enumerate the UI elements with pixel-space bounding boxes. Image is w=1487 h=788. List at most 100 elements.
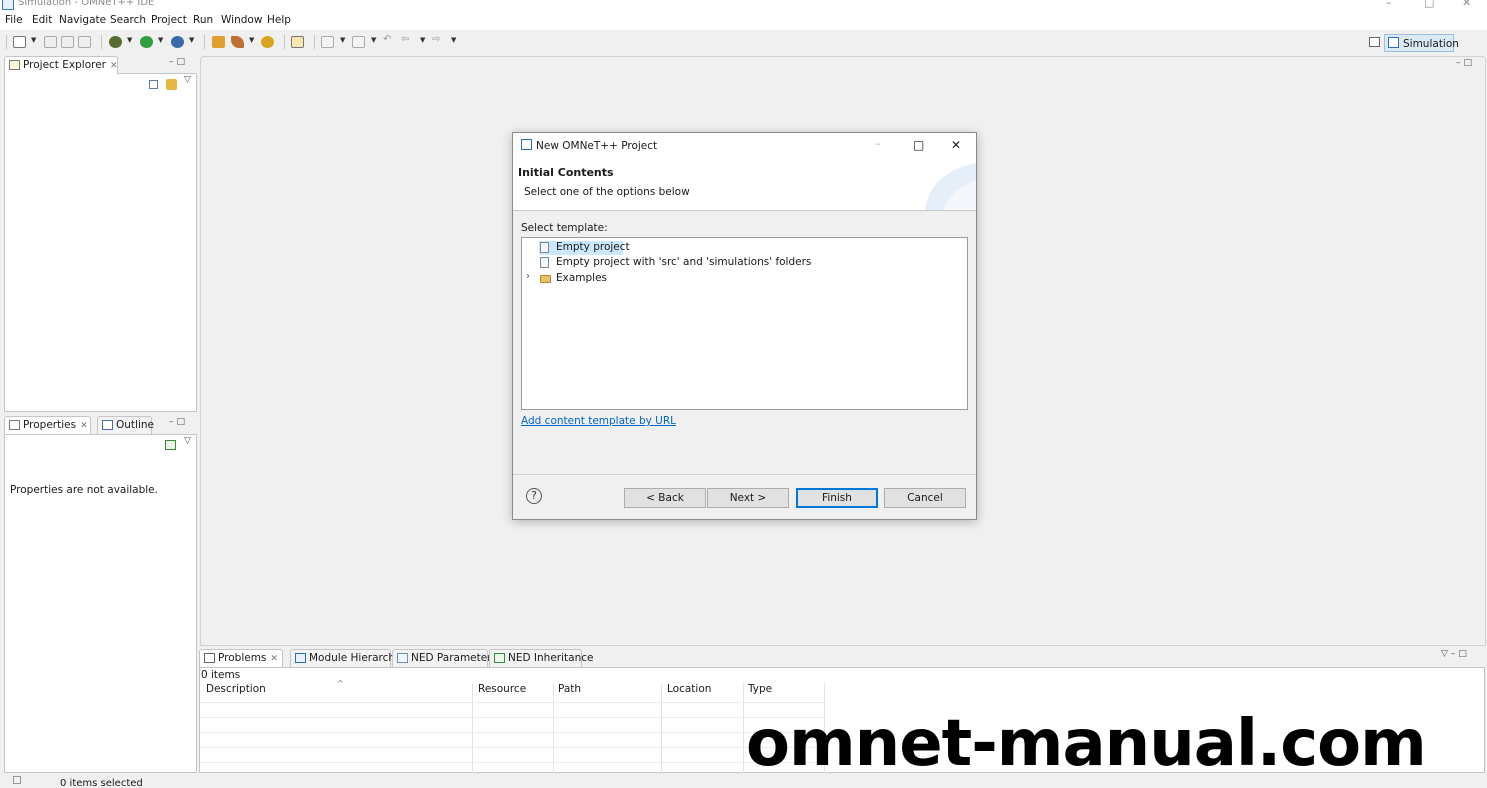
forward-dropdown-icon[interactable]: ▼: [451, 36, 456, 44]
back-button[interactable]: < Back: [624, 488, 706, 508]
tab-ned-inheritance[interactable]: NED Inheritance: [489, 649, 593, 667]
tree-item-empty-project[interactable]: Empty project: [539, 241, 630, 255]
new-icon[interactable]: [13, 36, 26, 48]
project-explorer-panel: ▽: [4, 73, 197, 412]
tab-project-explorer[interactable]: Project Explorer ✕: [4, 56, 118, 74]
search-icon[interactable]: [291, 36, 304, 48]
view-menu-icon[interactable]: ▽: [184, 436, 191, 446]
column-path[interactable]: Path: [558, 683, 581, 695]
open-type-icon[interactable]: [212, 36, 225, 48]
prev-annotation-dropdown-icon[interactable]: ▼: [371, 36, 376, 44]
next-button[interactable]: Next >: [707, 488, 789, 508]
menu-search[interactable]: Search: [110, 14, 146, 26]
tree-item-label: Empty project with 'src' and 'simulation…: [556, 256, 812, 268]
column-resource[interactable]: Resource: [478, 683, 526, 695]
toolbar-grip: [6, 35, 7, 49]
table-row: [200, 717, 825, 718]
tab-module-hierarchy[interactable]: Module Hierarchy: [290, 649, 401, 667]
back-dropdown-icon[interactable]: ▼: [420, 36, 425, 44]
forward-icon[interactable]: ⇨: [432, 34, 445, 46]
print-icon[interactable]: [78, 36, 91, 48]
menu-project[interactable]: Project: [151, 14, 187, 26]
run-dropdown-icon[interactable]: ▼: [158, 36, 163, 44]
close-window-button[interactable]: ✕: [1462, 0, 1471, 9]
run-icon[interactable]: [140, 36, 153, 48]
simulation-icon: [1388, 37, 1399, 48]
save-icon[interactable]: [44, 36, 57, 48]
close-tab-icon[interactable]: ✕: [110, 61, 118, 71]
column-description[interactable]: Description: [206, 683, 266, 695]
tab-properties[interactable]: Properties ✕: [4, 416, 91, 434]
view-menu-icon[interactable]: ▽: [184, 75, 191, 85]
column-divider: [661, 683, 662, 773]
tree-item-examples[interactable]: › Examples: [526, 271, 616, 286]
chevron-right-icon[interactable]: ›: [526, 271, 530, 282]
status-text: 0 items selected: [60, 778, 143, 788]
minimize-button[interactable]: –: [1386, 0, 1392, 9]
debug-dropdown-icon[interactable]: ▼: [127, 36, 132, 44]
column-type[interactable]: Type: [748, 683, 772, 695]
tab-problems[interactable]: Problems ✕: [199, 649, 283, 667]
minimize-maximize-icons[interactable]: –□: [169, 417, 188, 427]
new-dropdown-icon[interactable]: ▼: [31, 36, 36, 44]
help-icon[interactable]: ?: [526, 488, 542, 504]
status-icon: [13, 776, 21, 784]
dialog-maximize-icon[interactable]: □: [913, 138, 924, 152]
menu-navigate[interactable]: Navigate: [59, 14, 106, 26]
open-perspective-icon[interactable]: [1369, 37, 1380, 47]
minimize-maximize-icons[interactable]: –□: [1456, 58, 1475, 68]
open-folder-icon[interactable]: [261, 36, 274, 48]
column-location[interactable]: Location: [667, 683, 711, 695]
next-annotation-dropdown-icon[interactable]: ▼: [340, 36, 345, 44]
next-annotation-icon[interactable]: [321, 36, 334, 48]
window-title: Simulation - OMNeT++ IDE: [18, 0, 155, 8]
menu-run[interactable]: Run: [193, 14, 213, 26]
close-tab-icon[interactable]: ✕: [80, 421, 88, 431]
menu-help[interactable]: Help: [267, 14, 291, 26]
prev-annotation-icon[interactable]: [352, 36, 365, 48]
tab-outline[interactable]: Outline: [97, 416, 154, 434]
outline-icon: [102, 420, 113, 430]
menu-window[interactable]: Window: [221, 14, 262, 26]
column-divider: [743, 683, 744, 773]
dialog-minimize-icon[interactable]: –: [875, 137, 881, 150]
properties-icon: [9, 420, 20, 430]
perspective-label: Simulation: [1403, 38, 1459, 50]
tool-icon[interactable]: [231, 36, 244, 48]
debug-icon[interactable]: [109, 36, 122, 48]
tool-dropdown-icon[interactable]: ▼: [249, 36, 254, 44]
link-with-editor-icon[interactable]: [166, 79, 177, 90]
dialog-close-icon[interactable]: ✕: [951, 138, 961, 152]
problems-icon: [204, 653, 215, 663]
view-menu-minimize-maximize-icons[interactable]: ▽–□: [1441, 649, 1470, 659]
finish-button[interactable]: Finish: [796, 488, 878, 508]
profile-dropdown-icon[interactable]: ▼: [189, 36, 194, 44]
toolbar-separator: [314, 35, 315, 49]
tab-label: Project Explorer: [23, 59, 106, 71]
minimize-maximize-icons[interactable]: –□: [169, 57, 188, 67]
collapse-all-icon[interactable]: [149, 80, 158, 89]
pin-icon[interactable]: [165, 440, 176, 450]
column-divider: [553, 683, 554, 773]
perspective-simulation-button[interactable]: Simulation: [1384, 34, 1459, 52]
add-template-url-link[interactable]: Add content template by URL: [521, 415, 676, 427]
tree-item-empty-project-folders[interactable]: Empty project with 'src' and 'simulation…: [539, 256, 811, 270]
tab-label: NED Parameters: [411, 652, 498, 664]
folder-icon: [540, 275, 551, 283]
save-all-icon[interactable]: [61, 36, 74, 48]
menu-file[interactable]: File: [5, 14, 23, 26]
last-edit-icon[interactable]: ↶: [383, 34, 396, 46]
main-toolbar: ▼ ▼ ▼ ▼ ▼ ▼ ▼ ↶ ⇦ ▼ ⇨ ▼: [0, 30, 1487, 54]
tab-label: Properties: [23, 419, 77, 431]
cancel-button[interactable]: Cancel: [884, 488, 966, 508]
tree-item-label: Examples: [556, 272, 608, 284]
menu-edit[interactable]: Edit: [32, 14, 52, 26]
profile-icon[interactable]: [171, 36, 184, 48]
problems-count: 0 items: [201, 669, 241, 681]
maximize-button[interactable]: □: [1424, 0, 1434, 9]
close-tab-icon[interactable]: ✕: [270, 654, 278, 664]
back-icon[interactable]: ⇦: [401, 34, 414, 46]
tab-label: Module Hierarchy: [309, 652, 402, 664]
omnet-project-icon: [521, 139, 532, 150]
tab-ned-parameters[interactable]: NED Parameters: [392, 649, 497, 667]
